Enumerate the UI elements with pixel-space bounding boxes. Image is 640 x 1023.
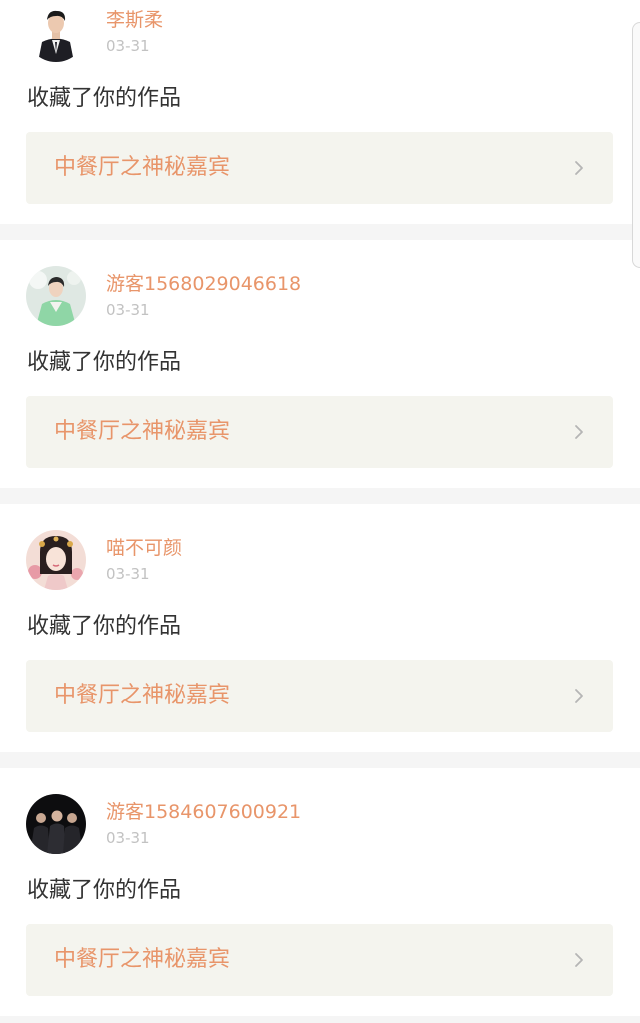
- notification-date: 03-31: [106, 829, 150, 847]
- user-avatar[interactable]: [26, 794, 86, 854]
- username[interactable]: 游客1568029046618: [106, 272, 301, 296]
- user-avatar[interactable]: [26, 530, 86, 590]
- work-link-card[interactable]: 中餐厅之神秘嘉宾: [26, 924, 613, 996]
- work-link-card[interactable]: 中餐厅之神秘嘉宾: [26, 660, 613, 732]
- work-title: 中餐厅之神秘嘉宾: [54, 683, 231, 708]
- person-in-green-avatar-icon: [26, 266, 86, 326]
- work-title: 中餐厅之神秘嘉宾: [54, 419, 231, 444]
- chevron-right-icon: [575, 425, 583, 439]
- work-title: 中餐厅之神秘嘉宾: [54, 947, 231, 972]
- notification-card: 游客1584607600921 03-31 收藏了你的作品 中餐厅之神秘嘉宾: [0, 768, 640, 1016]
- notification-date: 03-31: [106, 565, 150, 583]
- action-text: 收藏了你的作品: [27, 878, 182, 903]
- user-avatar[interactable]: [26, 2, 86, 62]
- work-link-card[interactable]: 中餐厅之神秘嘉宾: [26, 132, 613, 204]
- action-text: 收藏了你的作品: [27, 614, 182, 639]
- scrollbar[interactable]: [632, 22, 640, 268]
- illustrated-girl-avatar-icon: [26, 530, 86, 590]
- man-in-suit-avatar-icon: [26, 2, 86, 62]
- work-link-card[interactable]: 中餐厅之神秘嘉宾: [26, 396, 613, 468]
- group-photo-avatar-icon: [26, 794, 86, 854]
- username[interactable]: 游客1584607600921: [106, 800, 301, 824]
- user-avatar[interactable]: [26, 266, 86, 326]
- chevron-right-icon: [575, 161, 583, 175]
- action-text: 收藏了你的作品: [27, 86, 182, 111]
- username[interactable]: 喵不可颜: [106, 536, 182, 560]
- work-title: 中餐厅之神秘嘉宾: [54, 155, 231, 180]
- notification-date: 03-31: [106, 301, 150, 319]
- notification-card: 游客1568029046618 03-31 收藏了你的作品 中餐厅之神秘嘉宾: [0, 240, 640, 488]
- notification-feed: 李斯柔 03-31 收藏了你的作品 中餐厅之神秘嘉宾 游客15680290466…: [0, 0, 640, 1023]
- chevron-right-icon: [575, 953, 583, 967]
- username[interactable]: 李斯柔: [106, 8, 163, 32]
- chevron-right-icon: [575, 689, 583, 703]
- notification-card: 李斯柔 03-31 收藏了你的作品 中餐厅之神秘嘉宾: [0, 0, 640, 224]
- notification-date: 03-31: [106, 37, 150, 55]
- notification-card: 喵不可颜 03-31 收藏了你的作品 中餐厅之神秘嘉宾: [0, 504, 640, 752]
- action-text: 收藏了你的作品: [27, 350, 182, 375]
